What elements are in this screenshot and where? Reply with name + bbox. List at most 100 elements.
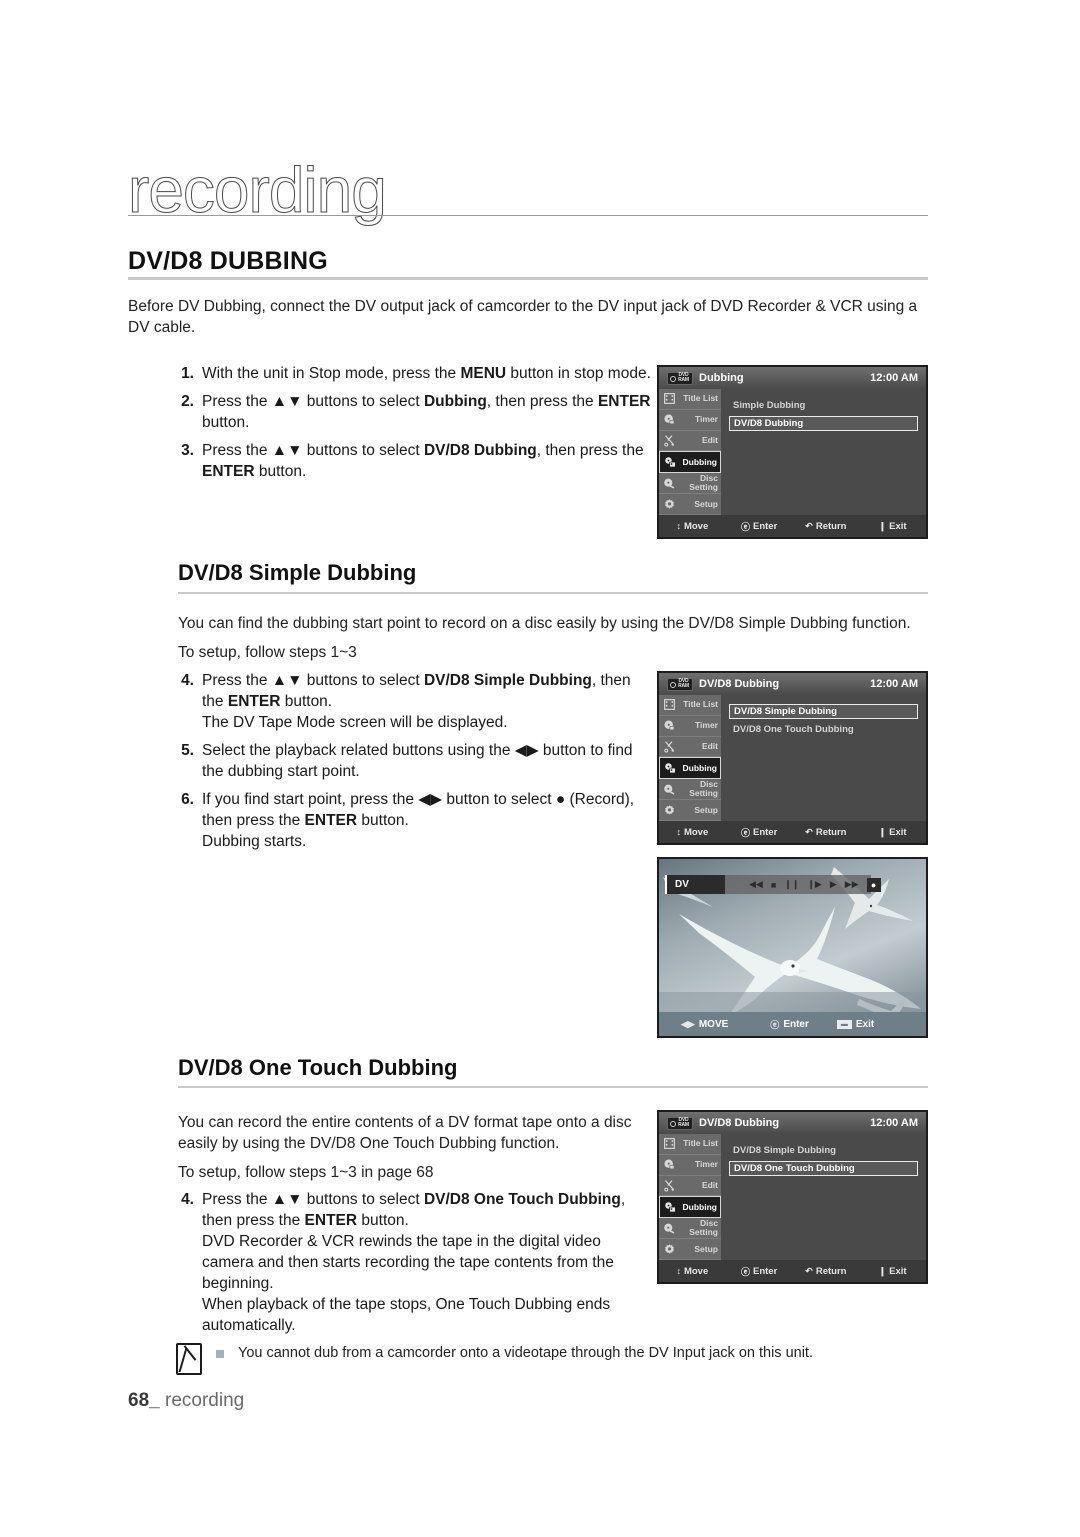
osd-footer-exit: ❙ Exit [878,520,907,532]
scissors-icon [662,433,677,448]
osd-header: DVD RAM DV/D8 Dubbing 12:00 AM [659,673,926,695]
osd-sidebar: Title List Timer Edit Dubbing Disc Setti… [659,1134,721,1260]
osd-menu-item[interactable]: Simple Dubbing [729,398,918,413]
exit-key-icon: ❙ [878,520,887,531]
sidebar-item-setup[interactable]: Setup [659,1239,721,1260]
step-number: 4. [181,672,194,689]
sidebar-item-label: Timer [695,414,718,425]
step-text: Press the ▲▼ buttons to select DV/D8 Sim… [202,670,648,733]
sidebar-item-label: Setup [694,498,718,509]
gear-icon [662,497,677,512]
section1-steps: 1. With the unit in Stop mode, press the… [178,363,658,489]
sidebar-item-timer[interactable]: Timer [659,716,721,737]
rewind-icon[interactable]: ◀◀ [749,879,763,890]
stop-icon[interactable]: ■ [771,880,776,890]
exit-key-icon: ▬ [836,1019,852,1029]
osd-sidebar: Title List Timer Edit Dubbing Disc Setti… [659,389,721,515]
osd-clock: 12:00 AM [870,372,918,384]
note-text: You cannot dub from a camcorder onto a v… [238,1345,813,1361]
osd-footer: ↕ Move ⓔ Enter ↶ Return ❙ Exit [659,515,926,537]
osd-footer-return: ↶ Return [805,520,847,532]
sidebar-item-dubbing[interactable]: Dubbing [659,451,721,474]
step-text: Press the ▲▼ buttons to select DV/D8 Dub… [202,442,644,480]
list-item: 4. Press the ▲▼ buttons to select DV/D8 … [178,1189,643,1336]
chapter-name: recording [165,1390,245,1411]
dubbing-icon [663,455,678,470]
clock-disc-icon [662,412,677,427]
disc-pen-icon [662,476,677,491]
page-number-underscore: _ [149,1390,160,1411]
gear-icon [662,1242,677,1257]
sidebar-item-label: Title List [683,699,718,710]
osd-body: Title List Timer Edit Dubbing Disc Setti… [659,1134,926,1260]
osd-clock: 12:00 AM [870,1117,918,1129]
sidebar-item-disc-setting[interactable]: Disc Setting [659,1218,721,1240]
list-item: 1. With the unit in Stop mode, press the… [178,363,658,384]
osd-footer-move: ↕ Move [676,520,709,532]
step-number: 6. [181,791,194,808]
sidebar-item-label: Edit [701,741,718,752]
updown-arrow-icon: ↕ [676,827,681,837]
section2-setup-note: To setup, follow steps 1~3 [178,644,357,661]
osd-content: Simple Dubbing DV/D8 Dubbing [721,389,926,515]
step-number: 4. [181,1191,194,1208]
osd-screenshot-dubbing-menu: DVD RAM Dubbing 12:00 AM Title List Time… [657,365,928,539]
osd-menu-item-selected[interactable]: DV/D8 One Touch Dubbing [729,1161,918,1176]
sidebar-item-dubbing[interactable]: Dubbing [659,1196,721,1219]
sidebar-item-label: Disc Setting [689,473,718,493]
step-text: Press the ▲▼ buttons to select DV/D8 One… [202,1189,643,1336]
sidebar-item-label: Edit [701,435,718,446]
osd-footer-return: ↶ Return [805,1265,847,1277]
list-item: 4. Press the ▲▼ buttons to select DV/D8 … [178,670,648,733]
sidebar-item-label: Title List [683,393,718,404]
disc-pen-icon [662,1221,677,1236]
sidebar-item-title-list[interactable]: Title List [659,695,721,716]
sidebar-item-dubbing[interactable]: Dubbing [659,757,721,780]
sidebar-item-setup[interactable]: Setup [659,494,721,515]
sidebar-item-label: Disc Setting [689,779,718,799]
section-heading-one-touch-dubbing: DV/D8 One Touch Dubbing [178,1055,458,1080]
osd-menu-item-selected[interactable]: DV/D8 Dubbing [729,416,918,431]
record-icon[interactable]: ● [866,877,881,892]
leftright-arrow-icon: ◀▶ [681,1018,695,1029]
sidebar-item-label: Timer [695,1159,718,1170]
section-heading-dv-d8-dubbing: DV/D8 DUBBING [128,247,328,275]
enter-key-icon: ⓔ [770,1019,780,1030]
osd-footer-enter: ⓔ Enter [740,826,778,838]
step-text: Press the ▲▼ buttons to select Dubbing, … [202,393,651,431]
step-number: 1. [181,365,194,382]
masthead: recording [128,158,928,228]
dv-playback-controls: ◀◀ ■ ❙❙ ❙▶ ▶ ▶▶ ● [749,877,881,892]
play-icon[interactable]: ▶ [830,879,837,890]
sidebar-item-disc-setting[interactable]: Disc Setting [659,779,721,801]
sidebar-item-title-list[interactable]: Title List [659,1134,721,1155]
pause-icon[interactable]: ❙❙ [784,879,799,890]
step-number: 3. [181,442,194,459]
sidebar-item-disc-setting[interactable]: Disc Setting [659,473,721,495]
sidebar-item-timer[interactable]: Timer [659,410,721,431]
sidebar-item-edit[interactable]: Edit [659,1176,721,1197]
film-strip-icon [662,1136,677,1151]
fast-forward-icon[interactable]: ▶▶ [845,879,859,890]
sidebar-item-timer[interactable]: Timer [659,1155,721,1176]
list-item: 2. Press the ▲▼ buttons to select Dubbin… [178,391,658,433]
page-number: 68 [128,1390,150,1411]
osd-menu-item[interactable]: DV/D8 Simple Dubbing [729,1143,918,1158]
section2-steps: 4. Press the ▲▼ buttons to select DV/D8 … [178,670,648,859]
frame-advance-icon[interactable]: ❙▶ [807,879,821,890]
osd-content: DV/D8 Simple Dubbing DV/D8 One Touch Dub… [721,695,926,821]
sidebar-item-title-list[interactable]: Title List [659,389,721,410]
step-text: Select the playback related buttons usin… [202,742,633,780]
osd-screenshot-dv-d8-dubbing-menu: DVD RAM DV/D8 Dubbing 12:00 AM Title Lis… [657,671,928,845]
exit-key-icon: ❙ [878,826,887,837]
dv-footer-enter: ⓔ Enter [770,1018,809,1030]
sidebar-item-edit[interactable]: Edit [659,431,721,452]
dubbing-icon [663,1200,678,1215]
sidebar-item-edit[interactable]: Edit [659,737,721,758]
scissors-icon [662,739,677,754]
dubbing-icon [663,761,678,776]
sidebar-item-setup[interactable]: Setup [659,800,721,821]
step-text: With the unit in Stop mode, press the ME… [202,365,651,382]
osd-menu-item[interactable]: DV/D8 One Touch Dubbing [729,722,918,737]
osd-menu-item-selected[interactable]: DV/D8 Simple Dubbing [729,704,918,719]
